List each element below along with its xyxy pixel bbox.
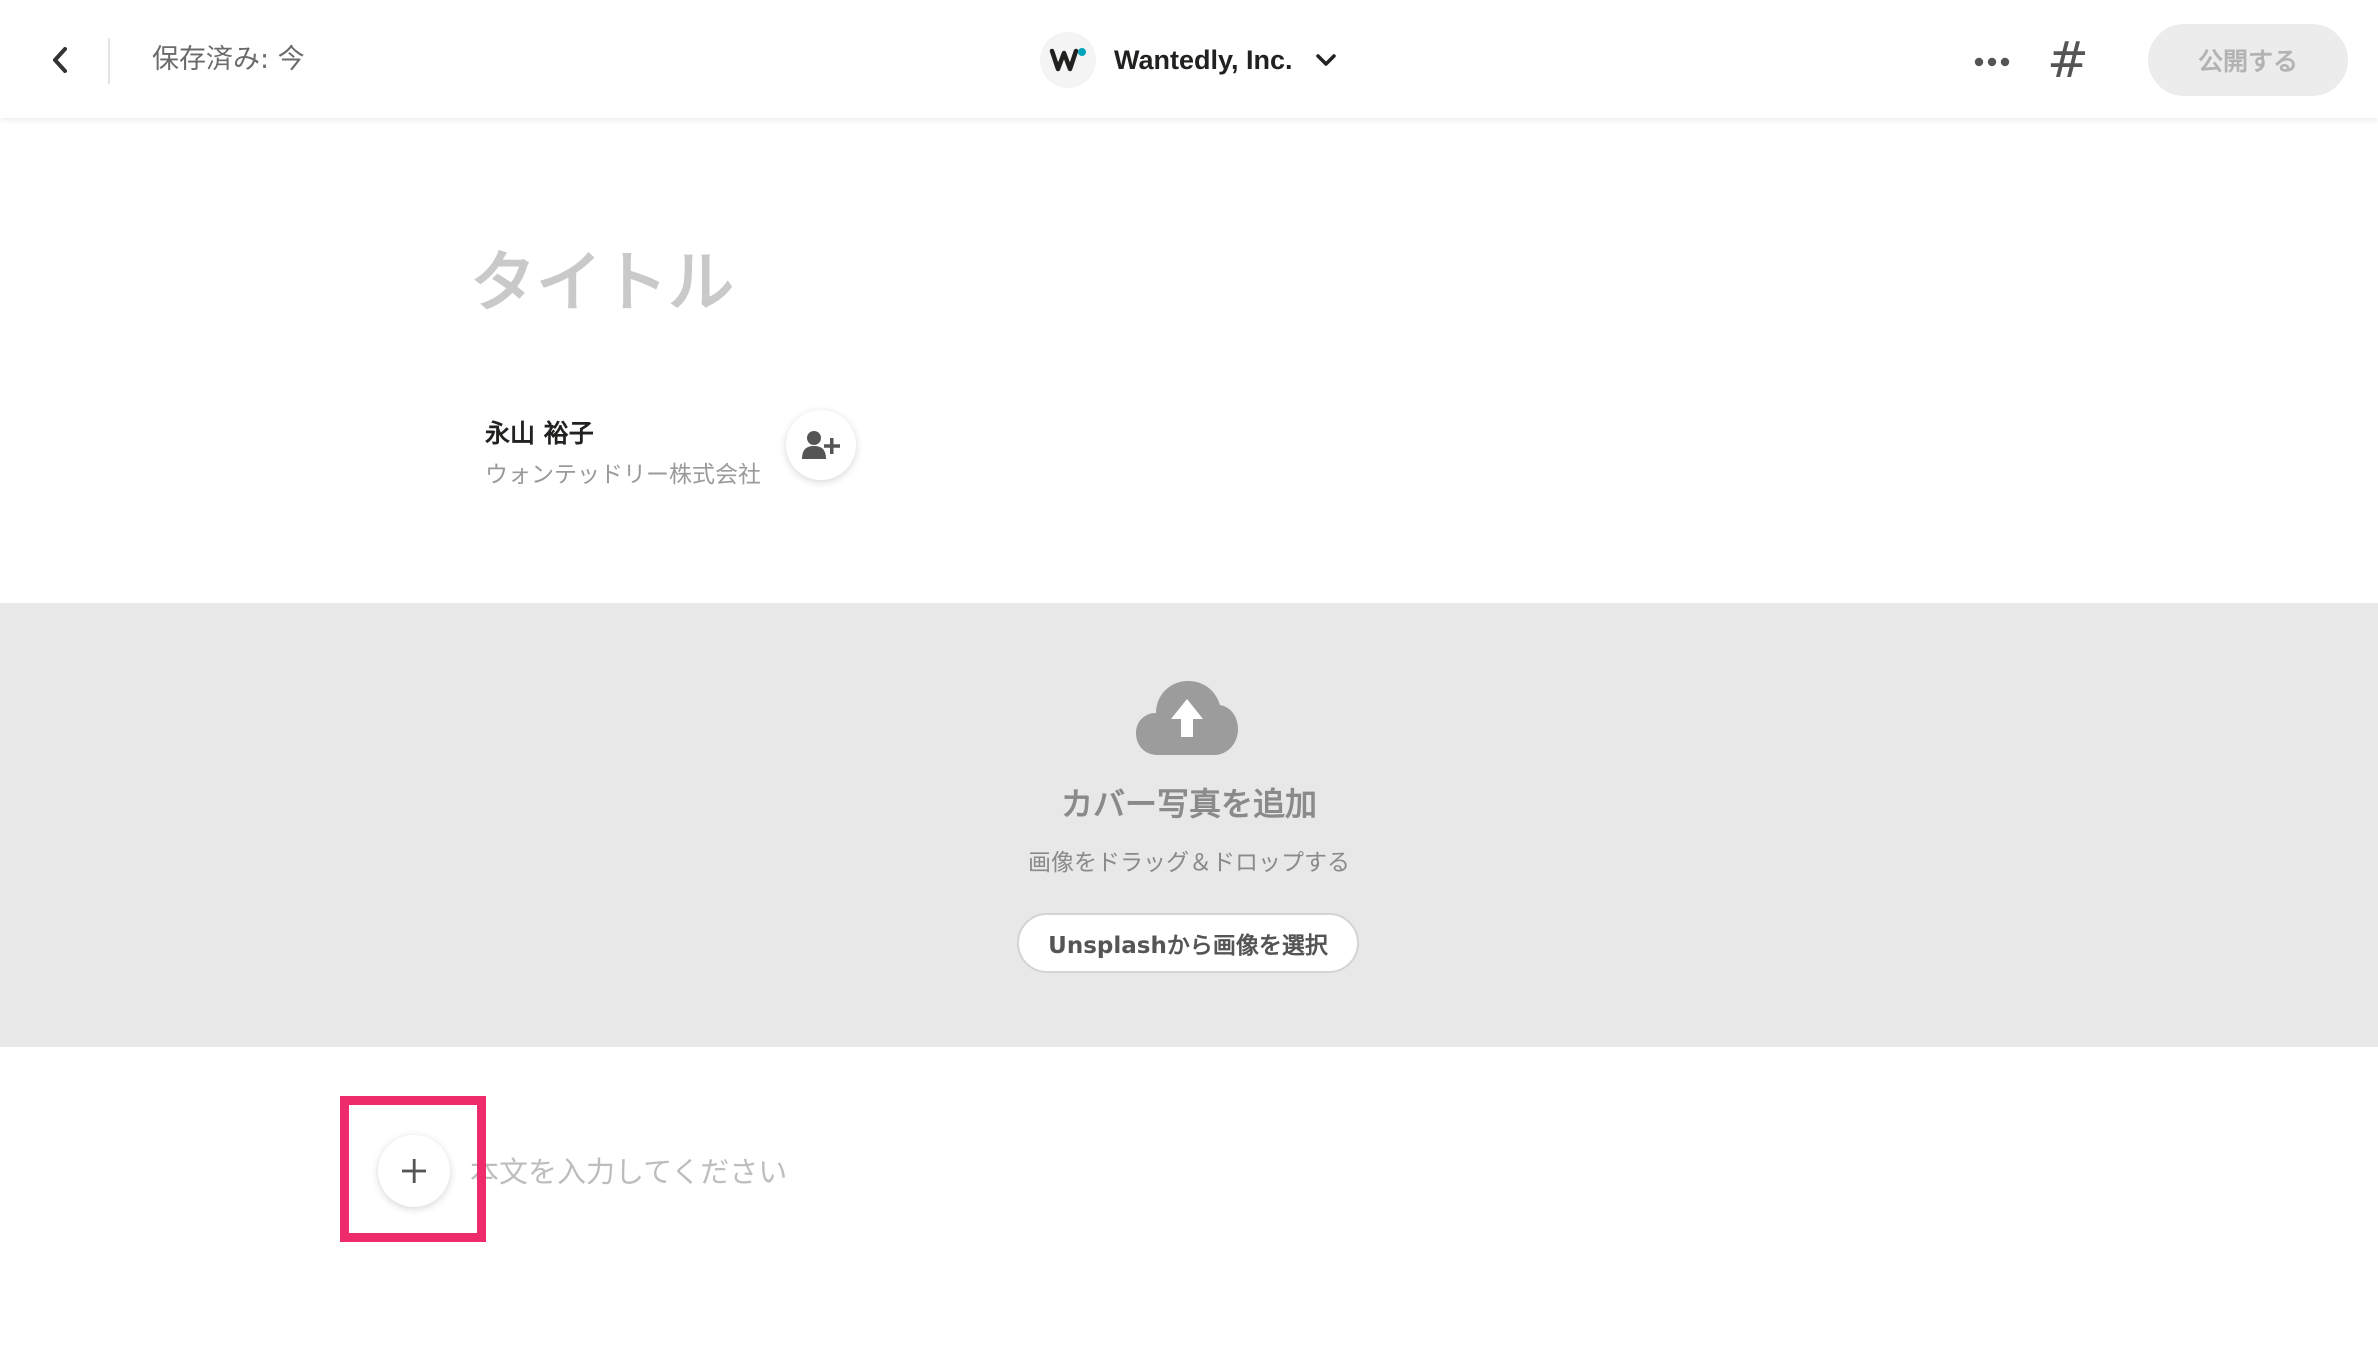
company-name: Wantedly, Inc. (1114, 44, 1293, 75)
ellipsis-icon (1974, 57, 2010, 67)
cloud-upload-icon (1136, 681, 1238, 755)
cover-subtitle: 画像をドラッグ＆ドロップする (1028, 850, 1350, 876)
cover-title: カバー写真を追加 (1060, 785, 1317, 823)
chevron-left-icon (53, 47, 67, 73)
wantedly-logo (1040, 32, 1096, 88)
cover-photo-dropzone[interactable]: カバー写真を追加 画像をドラッグ＆ドロップする Unsplashから画像を選択 (0, 603, 2378, 1047)
add-author-button[interactable] (786, 410, 856, 480)
publish-button[interactable]: 公開する (2148, 24, 2348, 96)
author-name: 永山 裕子 (485, 419, 594, 448)
insert-block-button[interactable] (378, 1135, 450, 1207)
hashtag-icon: # (2047, 31, 2089, 89)
hashtag-button[interactable]: # (2044, 30, 2092, 90)
author-company: ウォンテッドリー株式会社 (485, 462, 761, 488)
company-switcher[interactable]: Wantedly, Inc. (1040, 32, 1337, 88)
body-input[interactable]: 本文を入力してください (470, 1152, 787, 1192)
back-button[interactable] (38, 38, 82, 82)
header-divider (108, 38, 110, 84)
title-input[interactable]: タイトル (470, 238, 734, 328)
unsplash-select-button[interactable]: Unsplashから画像を選択 (1017, 913, 1359, 973)
save-status: 保存済み: 今 (152, 44, 305, 75)
more-options-button[interactable] (1970, 44, 2014, 80)
user-plus-icon (802, 431, 840, 459)
plus-icon (402, 1159, 426, 1183)
chevron-down-icon (1315, 54, 1336, 66)
top-bar: 保存済み: 今 Wantedly, Inc. # 公開する (0, 0, 2378, 118)
